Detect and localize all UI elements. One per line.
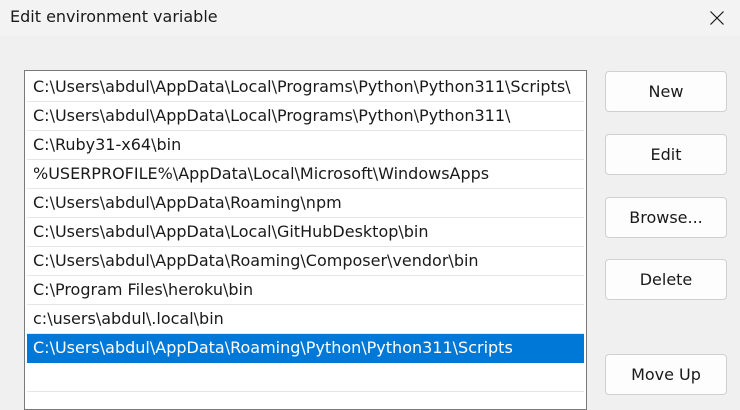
edit-button[interactable]: Edit: [605, 134, 727, 175]
browse-button[interactable]: Browse...: [605, 197, 727, 238]
path-list-item-empty[interactable]: [27, 363, 584, 392]
path-list-item[interactable]: C:\Program Files\heroku\bin: [27, 276, 584, 305]
path-list-item[interactable]: %USERPROFILE%\AppData\Local\Microsoft\Wi…: [27, 160, 584, 189]
path-list-item[interactable]: C:\Users\abdul\AppData\Local\Programs\Py…: [27, 73, 584, 102]
path-list-item[interactable]: C:\Users\abdul\AppData\Local\Programs\Py…: [27, 102, 584, 131]
path-list-item[interactable]: C:\Users\abdul\AppData\Roaming\npm: [27, 189, 584, 218]
path-list-item[interactable]: c:\users\abdul\.local\bin: [27, 305, 584, 334]
close-button[interactable]: [694, 0, 740, 36]
close-icon: [710, 11, 724, 25]
move-up-button[interactable]: Move Up: [605, 354, 727, 395]
new-button[interactable]: New: [605, 71, 727, 112]
dialog-body: C:\Users\abdul\AppData\Local\Programs\Py…: [0, 36, 740, 410]
path-list-item[interactable]: C:\Users\abdul\AppData\Local\GitHubDeskt…: [27, 218, 584, 247]
path-list-item[interactable]: C:\Users\abdul\AppData\Roaming\Composer\…: [27, 247, 584, 276]
path-list[interactable]: C:\Users\abdul\AppData\Local\Programs\Py…: [24, 70, 587, 410]
path-list-item-selected[interactable]: C:\Users\abdul\AppData\Roaming\Python\Py…: [27, 334, 584, 363]
dialog-title: Edit environment variable: [10, 7, 218, 26]
path-list-item[interactable]: C:\Ruby31-x64\bin: [27, 131, 584, 160]
delete-button[interactable]: Delete: [605, 259, 727, 300]
title-bar: Edit environment variable: [0, 0, 740, 36]
